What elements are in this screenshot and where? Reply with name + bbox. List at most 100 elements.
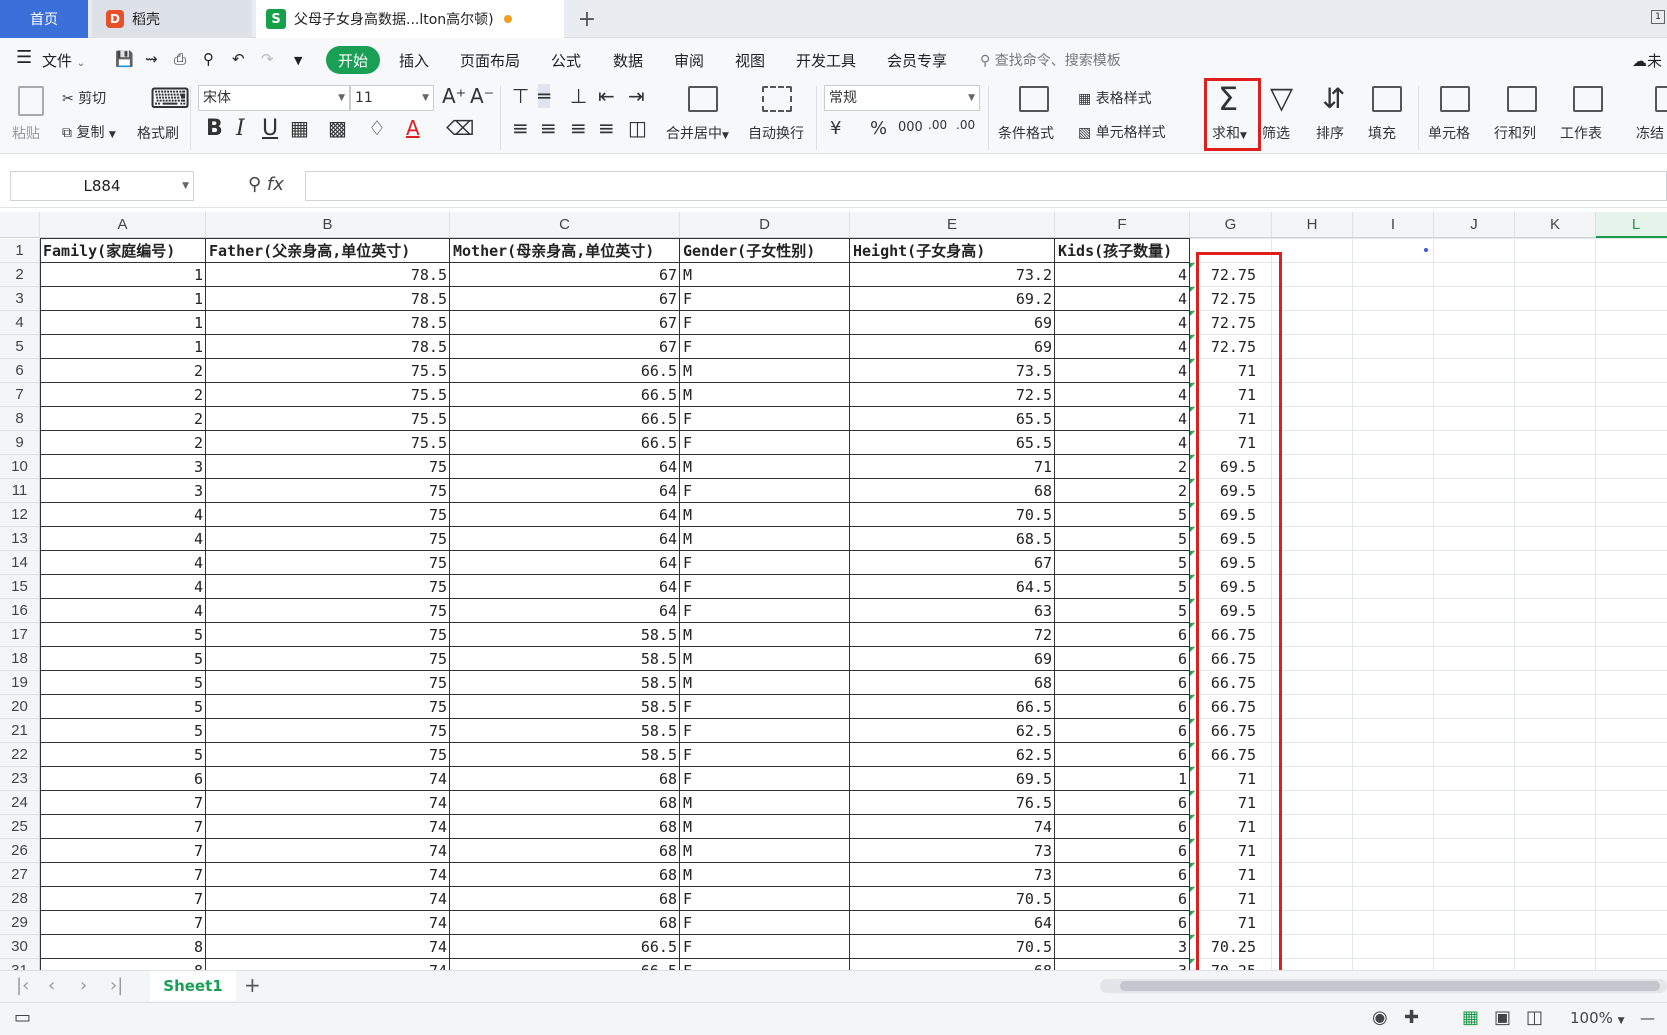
menu-tab-insert[interactable]: 插入 xyxy=(399,50,429,71)
table-cell[interactable]: M xyxy=(680,263,850,287)
fill-down-icon[interactable] xyxy=(1372,86,1402,112)
table-cell[interactable]: 68 xyxy=(450,911,680,935)
table-cell[interactable]: 4 xyxy=(1055,407,1190,431)
table-cell[interactable]: 4 xyxy=(40,599,206,623)
table-cell[interactable]: M xyxy=(680,647,850,671)
table-cell[interactable]: 4 xyxy=(1055,359,1190,383)
conditional-format-icon[interactable] xyxy=(1019,86,1049,112)
table-cell[interactable]: 69 xyxy=(850,647,1055,671)
header-cell[interactable]: Father(父亲身高,单位英寸) xyxy=(206,239,450,263)
row-header[interactable]: 19 xyxy=(0,671,40,695)
table-cell[interactable]: 75 xyxy=(206,551,450,575)
table-cell[interactable]: 64 xyxy=(450,575,680,599)
table-cell[interactable]: F xyxy=(680,719,850,743)
table-cell[interactable]: 75 xyxy=(206,647,450,671)
cell-style-button[interactable]: ▧ 单元格样式 xyxy=(1078,122,1166,142)
table-cell[interactable]: F xyxy=(680,575,850,599)
table-cell[interactable]: 75.5 xyxy=(206,359,450,383)
table-cell[interactable]: 7 xyxy=(40,863,206,887)
table-cell[interactable]: 4 xyxy=(1055,287,1190,311)
table-style-button[interactable]: ▦ 表格样式 xyxy=(1078,88,1152,108)
table-cell[interactable]: 75 xyxy=(206,695,450,719)
header-cell[interactable]: Mother(母亲身高,单位英寸) xyxy=(450,239,680,263)
table-cell[interactable]: 4 xyxy=(40,575,206,599)
tab-docer[interactable]: D 稻壳 xyxy=(92,0,252,38)
table-cell[interactable]: 74 xyxy=(206,815,450,839)
font-name-select[interactable]: 宋体 ▼ xyxy=(198,85,350,111)
table-cell[interactable]: 67 xyxy=(450,263,680,287)
header-cell[interactable]: Family(家庭编号) xyxy=(40,239,206,263)
fill-label[interactable]: 填充 xyxy=(1368,123,1396,143)
redo-icon[interactable]: ↷ xyxy=(261,50,274,68)
row-header[interactable]: 18 xyxy=(0,647,40,671)
row-header[interactable]: 4 xyxy=(0,311,40,335)
table-cell[interactable]: 6 xyxy=(1055,887,1190,911)
table-cell[interactable]: 69.2 xyxy=(850,287,1055,311)
table-cell[interactable]: 3 xyxy=(1055,959,1190,970)
table-cell[interactable]: 72.5 xyxy=(850,383,1055,407)
table-cell[interactable]: F xyxy=(680,551,850,575)
table-cell[interactable]: 58.5 xyxy=(450,671,680,695)
table-cell[interactable]: 5 xyxy=(40,647,206,671)
table-cell[interactable]: 75 xyxy=(206,623,450,647)
table-cell[interactable]: 68 xyxy=(850,959,1055,970)
column-header-d[interactable]: D xyxy=(680,212,850,238)
table-cell[interactable]: 4 xyxy=(1055,311,1190,335)
command-search[interactable]: ⚲ 查找命令、搜索模板 xyxy=(980,50,1121,70)
table-cell[interactable]: F xyxy=(680,935,850,959)
table-cell[interactable]: 5 xyxy=(40,671,206,695)
last-sheet-icon[interactable]: ›| xyxy=(110,975,123,996)
thousands-icon[interactable]: 000 xyxy=(898,120,923,135)
table-cell[interactable]: 75 xyxy=(206,503,450,527)
table-cell[interactable]: 6 xyxy=(1055,911,1190,935)
row-header[interactable]: 9 xyxy=(0,431,40,455)
table-cell[interactable]: 67 xyxy=(450,287,680,311)
table-cell[interactable]: 69.5 xyxy=(850,767,1055,791)
distribute-icon[interactable]: ◫ xyxy=(628,116,647,140)
table-cell[interactable]: 4 xyxy=(1055,431,1190,455)
worksheet-icon[interactable] xyxy=(1573,86,1603,112)
indent-icon[interactable]: ⇥ xyxy=(628,84,645,108)
merge-center-button[interactable]: 合并居中▼ xyxy=(666,123,729,143)
row-header[interactable]: 28 xyxy=(0,887,40,911)
table-cell[interactable]: F xyxy=(680,767,850,791)
column-header-a[interactable]: A xyxy=(40,212,206,238)
table-cell[interactable]: M xyxy=(680,839,850,863)
table-cell[interactable]: 7 xyxy=(40,791,206,815)
row-header[interactable]: 1 xyxy=(0,239,40,263)
italic-icon[interactable]: I xyxy=(236,116,245,141)
number-format-select[interactable]: 常规 ▼ xyxy=(824,85,980,111)
table-cell[interactable]: 6 xyxy=(1055,815,1190,839)
column-header-i[interactable]: I xyxy=(1353,212,1434,238)
paste-icon[interactable] xyxy=(18,86,44,116)
align-middle-icon[interactable]: ═ xyxy=(538,84,551,108)
table-cell[interactable]: 75.5 xyxy=(206,383,450,407)
conditional-format-label[interactable]: 条件格式 xyxy=(998,123,1054,143)
menu-tab-start[interactable]: 开始 xyxy=(326,46,380,74)
table-cell[interactable]: 6 xyxy=(1055,791,1190,815)
table-cell[interactable]: 2 xyxy=(1055,479,1190,503)
fill-color-icon[interactable]: ♢ xyxy=(368,116,386,140)
borders-icon[interactable]: ▦ xyxy=(290,116,309,140)
table-cell[interactable]: 70.5 xyxy=(850,935,1055,959)
new-tab-plus-icon[interactable]: + xyxy=(572,0,602,38)
table-cell[interactable]: M xyxy=(680,671,850,695)
table-cell[interactable]: 64 xyxy=(850,911,1055,935)
table-cell[interactable]: 75.5 xyxy=(206,431,450,455)
row-header[interactable]: 14 xyxy=(0,551,40,575)
table-cell[interactable]: 72 xyxy=(850,623,1055,647)
table-cell[interactable]: 1 xyxy=(1055,767,1190,791)
table-cell[interactable]: 67 xyxy=(850,551,1055,575)
table-cell[interactable]: 68 xyxy=(450,863,680,887)
export-icon[interactable]: ⇝ xyxy=(145,50,158,68)
page-layout-view-icon[interactable]: ▣ xyxy=(1494,1007,1511,1028)
table-cell[interactable]: 73 xyxy=(850,839,1055,863)
table-cell[interactable]: 68 xyxy=(850,479,1055,503)
table-cell[interactable]: M xyxy=(680,455,850,479)
table-cell[interactable]: 2 xyxy=(40,407,206,431)
table-cell[interactable]: 64 xyxy=(450,479,680,503)
table-cell[interactable]: 3 xyxy=(40,455,206,479)
clear-format-icon[interactable]: ⌫ xyxy=(446,116,474,140)
table-cell[interactable]: 68.5 xyxy=(850,527,1055,551)
table-cell[interactable]: F xyxy=(680,479,850,503)
